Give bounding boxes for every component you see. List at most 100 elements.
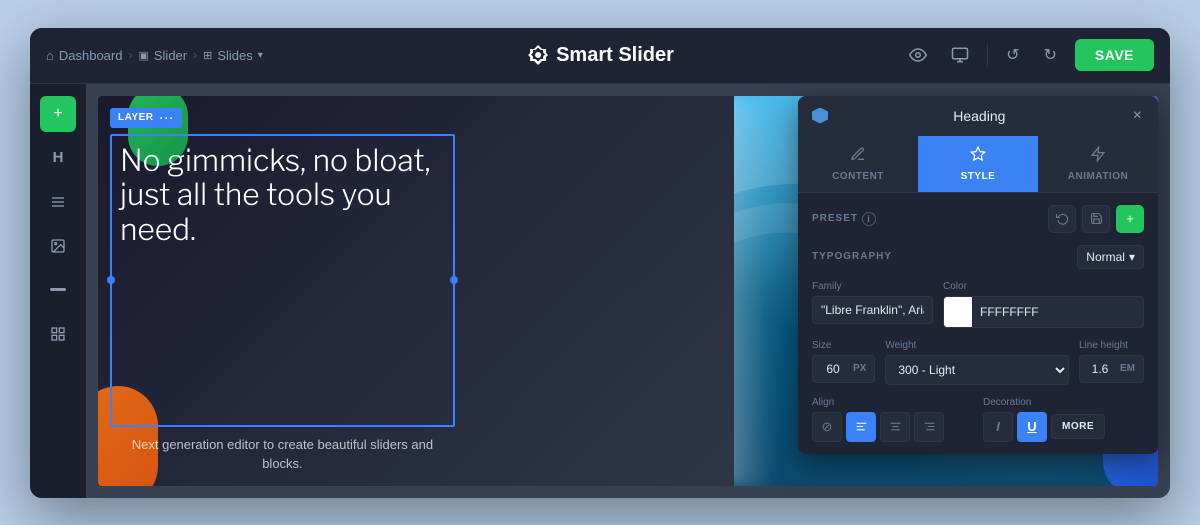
image-button[interactable]	[40, 228, 76, 264]
animation-tab-label: ANIMATION	[1068, 171, 1128, 182]
weight-group: Weight 300 - Light	[885, 340, 1069, 385]
slider-icon: ▣	[138, 49, 148, 62]
grid-button[interactable]	[40, 316, 76, 352]
undo-button[interactable]: ↺	[1000, 39, 1025, 71]
layer-handle-right[interactable]	[450, 276, 458, 284]
color-swatch[interactable]	[944, 297, 972, 327]
preset-label-text: PRESET	[812, 213, 858, 224]
panel-tabs: CONTENT STYLE	[798, 136, 1158, 193]
style-tab-icon	[970, 146, 986, 167]
panel-body: PRESET i	[798, 193, 1158, 454]
align-label: Align	[812, 397, 973, 408]
slides-icon: ⊞	[203, 49, 212, 62]
align-left-button[interactable]	[846, 412, 876, 442]
slider-label: Slider	[154, 48, 187, 63]
tab-animation[interactable]: ANIMATION	[1038, 136, 1158, 192]
slide-content-area: LAYER ··· No gimmicks, no bloat, just al…	[98, 96, 467, 486]
decoration-group: Decoration I U MORE	[983, 397, 1144, 442]
save-button[interactable]: SAVE	[1075, 39, 1154, 71]
canvas-area: LAYER ··· No gimmicks, no bloat, just al…	[86, 84, 1170, 498]
layer-dots[interactable]: ···	[159, 111, 174, 125]
top-bar-right: ↺ ↻ SAVE	[903, 39, 1154, 71]
size-unit: PX	[853, 363, 874, 374]
slide-left-panel: LAYER ··· No gimmicks, no bloat, just al…	[98, 96, 734, 486]
panel-close-button[interactable]: ×	[1131, 106, 1144, 126]
preset-reset-button[interactable]	[1048, 205, 1076, 233]
line-height-label: Line height	[1079, 340, 1144, 351]
typography-header: TYPOGRAPHY Normal ▾	[812, 245, 1144, 269]
panel-title-left	[812, 108, 828, 124]
color-value-input[interactable]	[972, 299, 1143, 325]
family-group: Family	[812, 281, 933, 328]
layer-badge-text: LAYER	[118, 112, 153, 123]
divider-button[interactable]	[40, 272, 76, 308]
app-logo: Smart Slider	[526, 43, 674, 67]
size-input[interactable]	[813, 356, 853, 382]
main-area: + H	[30, 84, 1170, 498]
breadcrumb-dashboard[interactable]: ⌂ Dashboard	[46, 48, 122, 63]
weight-select[interactable]: 300 - Light	[885, 355, 1069, 385]
line-height-unit: EM	[1120, 363, 1143, 374]
color-group: Color	[943, 281, 1144, 328]
normal-label: Normal	[1086, 250, 1125, 264]
layer-badge: LAYER ···	[110, 108, 182, 128]
home-icon: ⌂	[46, 48, 54, 63]
animation-tab-icon	[1090, 146, 1106, 167]
heading-button[interactable]: H	[40, 140, 76, 176]
more-button[interactable]: MORE	[1051, 414, 1105, 439]
panel-layer-icon	[812, 108, 828, 124]
breadcrumb-slides[interactable]: ⊞ Slides ▾	[203, 48, 263, 63]
preset-row: PRESET i	[812, 205, 1144, 233]
color-label: Color	[943, 281, 1144, 292]
preset-actions: +	[1048, 205, 1144, 233]
layer-handle-left[interactable]	[107, 276, 115, 284]
line-height-group: Line height EM	[1079, 340, 1144, 385]
tab-style[interactable]: STYLE	[918, 136, 1038, 192]
align-right-button[interactable]	[914, 412, 944, 442]
family-label: Family	[812, 281, 933, 292]
top-bar: ⌂ Dashboard › ▣ Slider › ⊞ Slides ▾ Smar…	[30, 28, 1170, 84]
italic-button[interactable]: I	[983, 412, 1013, 442]
panel-title: Heading	[953, 108, 1005, 124]
preset-info-icon[interactable]: i	[862, 212, 876, 226]
add-button[interactable]: +	[40, 96, 76, 132]
family-input[interactable]	[812, 296, 933, 324]
breadcrumb-sep-1: ›	[128, 48, 132, 62]
preset-save-button[interactable]	[1082, 205, 1110, 233]
line-height-input[interactable]	[1080, 356, 1120, 382]
app-title: Smart Slider	[556, 44, 674, 67]
dashboard-label: Dashboard	[59, 48, 123, 63]
align-none-button[interactable]: ⊘	[812, 412, 842, 442]
breadcrumb: ⌂ Dashboard › ▣ Slider › ⊞ Slides ▾	[46, 48, 263, 63]
normal-dropdown-arrow: ▾	[1129, 250, 1135, 264]
heading-panel: Heading × CONTENT	[798, 96, 1158, 454]
weight-label: Weight	[885, 340, 1069, 351]
layer-selection-box: No gimmicks, no bloat, just all the tool…	[110, 134, 455, 427]
left-sidebar: + H	[30, 84, 86, 498]
slide-subtext: Next generation editor to create beautif…	[110, 435, 455, 474]
preset-add-button[interactable]: +	[1116, 205, 1144, 233]
line-height-input-wrap: EM	[1079, 355, 1144, 383]
align-buttons: ⊘	[812, 412, 973, 442]
redo-button[interactable]: ↻	[1038, 39, 1063, 71]
breadcrumb-sep-2: ›	[193, 48, 197, 62]
align-decoration-row: Align ⊘	[812, 397, 1144, 442]
list-button[interactable]	[40, 184, 76, 220]
family-color-row: Family Color	[812, 281, 1144, 328]
size-weight-row: Size PX Weight 300 - Light	[812, 340, 1144, 385]
decoration-buttons: I U MORE	[983, 412, 1144, 442]
align-center-button[interactable]	[880, 412, 910, 442]
app-container: ⌂ Dashboard › ▣ Slider › ⊞ Slides ▾ Smar…	[30, 28, 1170, 498]
normal-dropdown[interactable]: Normal ▾	[1077, 245, 1144, 269]
responsive-button[interactable]	[945, 40, 975, 70]
tab-content[interactable]: CONTENT	[798, 136, 918, 192]
style-tab-label: STYLE	[961, 171, 996, 182]
decoration-label: Decoration	[983, 397, 1144, 408]
size-group: Size PX	[812, 340, 875, 385]
panel-titlebar: Heading ×	[798, 96, 1158, 136]
preview-button[interactable]	[903, 40, 933, 70]
align-group: Align ⊘	[812, 397, 973, 442]
underline-button[interactable]: U	[1017, 412, 1047, 442]
breadcrumb-slider[interactable]: ▣ Slider	[138, 48, 187, 63]
size-label: Size	[812, 340, 875, 351]
